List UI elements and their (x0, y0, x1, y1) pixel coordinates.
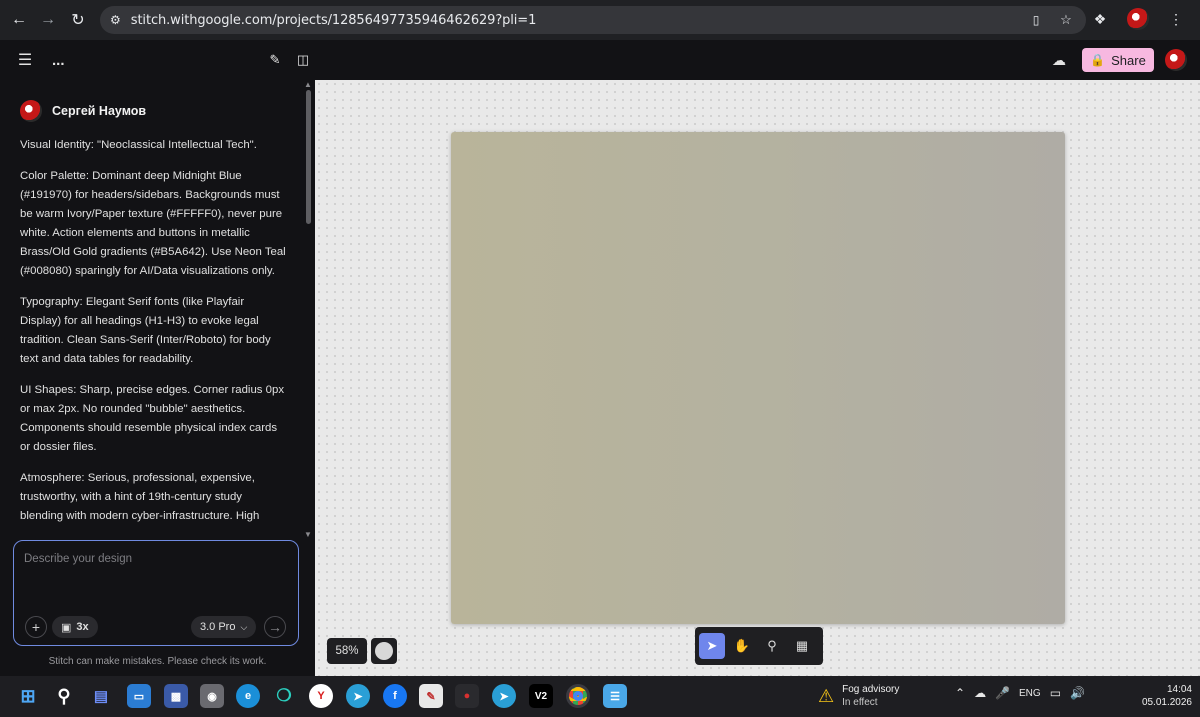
app-document-icon[interactable]: ✎ (419, 684, 443, 708)
reload-button[interactable]: ↻ (63, 5, 93, 35)
browser-menu-icon[interactable]: ⋮ (1162, 5, 1190, 33)
app-v2-icon[interactable]: V2 (529, 684, 553, 708)
chevron-down-icon: ⌵ (240, 621, 248, 632)
variants-button[interactable]: ▣ 3x (52, 616, 98, 638)
message-paragraph: Atmosphere: Serious, professional, expen… (20, 472, 260, 522)
back-button[interactable]: ← (4, 5, 34, 35)
onedrive-cloud-icon[interactable]: ☁ (974, 686, 986, 700)
message-paragraph: Color Palette: Dominant deep Midnight Bl… (20, 170, 286, 277)
scroll-thumb[interactable] (306, 90, 311, 224)
chat-scrollbar[interactable]: ▲ ▼ (304, 80, 312, 539)
prompt-input[interactable] (24, 553, 288, 593)
weather-widget[interactable]: ⚠ Fog advisory In effect (818, 683, 899, 709)
telegram-icon[interactable]: ➤ (346, 684, 370, 708)
system-tray: ⌃ ☁ 🎤 ENG ▭ 🔊 (955, 686, 1085, 700)
scroll-down-arrow-icon[interactable]: ▼ (304, 530, 312, 539)
send-button[interactable]: → (264, 616, 286, 638)
clock-date: 05.01.2026 (1141, 697, 1192, 708)
notepad-icon[interactable]: ☰ (603, 684, 627, 708)
clock[interactable]: 14:04 05.01.2026 (1142, 683, 1192, 709)
start-windows-icon[interactable]: ⊞ (16, 684, 40, 708)
language-indicator[interactable]: ENG (1019, 688, 1041, 699)
volume-icon[interactable]: 🔊 (1070, 686, 1085, 700)
save-disk-icon[interactable]: ▩ (164, 684, 188, 708)
chat-history[interactable]: Сергей Наумов Visual Identity: "Neoclass… (0, 80, 304, 536)
share-button[interactable]: 🔒 Share (1082, 48, 1154, 72)
app-red-icon[interactable]: ● (455, 684, 479, 708)
prompt-composer: + ▣ 3x 3.0 Pro ⌵ → (13, 540, 299, 646)
search-icon[interactable]: ⚲ (52, 684, 76, 708)
user-avatar[interactable] (1165, 49, 1187, 71)
add-image-icon[interactable]: ▦ (789, 633, 815, 659)
cloud-sync-icon[interactable]: ☁ (1046, 47, 1072, 73)
chrome-browser-icon[interactable] (566, 684, 590, 708)
weather-title: Fog advisory (842, 684, 900, 695)
toggle-sidebar-icon[interactable]: ◫ (290, 47, 316, 73)
app-header: ☰ ... ✎ ◫ ☁ 🔒 Share (0, 40, 1200, 80)
variants-label: 3x (76, 621, 89, 633)
scroll-up-arrow-icon[interactable]: ▲ (304, 80, 312, 89)
share-label: Share (1111, 52, 1146, 68)
weather-subtitle: In effect (842, 697, 878, 708)
message-paragraph: Visual Identity: "Neoclassical Intellect… (20, 139, 257, 151)
circle-icon (375, 642, 393, 660)
hamburger-menu-icon[interactable]: ☰ (12, 47, 38, 73)
message-paragraph: UI Shapes: Sharp, precise edges. Corner … (20, 384, 285, 453)
warning-icon: ⚠ (818, 685, 835, 706)
weather-text: Fog advisory In effect (842, 683, 899, 709)
canvas-toolbar: ➤ ✋ ⚲ ▦ (695, 627, 823, 665)
chevron-up-icon[interactable]: ⌃ (955, 686, 965, 700)
lock-icon: 🔒 (1090, 53, 1106, 67)
author-name: Сергей Наумов (52, 104, 147, 118)
zoom-tool-search-icon[interactable]: ⚲ (759, 633, 785, 659)
plus-icon: + (31, 619, 41, 635)
author-avatar (20, 100, 42, 122)
variants-icon: ▣ (61, 621, 72, 634)
message-header: Сергей Наумов (20, 100, 286, 122)
edit-pencil-icon[interactable]: ✎ (262, 47, 288, 73)
design-canvas[interactable]: 58% ➤ ✋ ⚲ ▦ (315, 80, 1200, 676)
browser-toolbar: ← → ↻ ⚙ stitch.withgoogle.com/projects/1… (0, 0, 1200, 40)
chat-panel: Сергей Наумов Visual Identity: "Neoclass… (0, 80, 315, 676)
model-selector[interactable]: 3.0 Pro ⌵ (191, 616, 257, 638)
pan-tool-hand-icon[interactable]: ✋ (729, 633, 755, 659)
app-icon-window[interactable]: ▭ (127, 684, 151, 708)
disclaimer-text: Stitch can make mistakes. Please check i… (48, 656, 267, 667)
arrow-right-icon: → (268, 619, 282, 635)
theme-toggle-button[interactable] (371, 638, 397, 664)
windows-taskbar: ⊞ ⚲ ▤ ▭ ▩ ◉ e ❍ Y ➤ f ✎ ● ➤ V2 ☰ ⚠ Fog a… (0, 676, 1200, 717)
app-c-icon[interactable]: ❍ (272, 684, 296, 708)
project-name[interactable]: ... (52, 52, 65, 69)
message-paragraph: Typography: Elegant Serif fonts (like Pl… (20, 296, 271, 365)
edge-browser-icon[interactable]: e (236, 684, 260, 708)
camera-icon[interactable]: ◉ (200, 684, 224, 708)
telegram-2-icon[interactable]: ➤ (492, 684, 516, 708)
model-label: 3.0 Pro (200, 621, 236, 633)
cast-icon[interactable]: ▯ (1026, 10, 1046, 30)
clock-time: 14:04 (1166, 684, 1192, 695)
yandex-browser-icon[interactable]: Y (309, 684, 333, 708)
message-body: Visual Identity: "Neoclassical Intellect… (20, 136, 286, 526)
bookmark-star-icon[interactable]: ☆ (1056, 10, 1076, 30)
extensions-icon[interactable]: ❖ (1086, 5, 1114, 33)
facebook-icon[interactable]: f (383, 684, 407, 708)
site-settings-icon[interactable]: ⚙ (110, 13, 121, 27)
address-bar[interactable]: ⚙ stitch.withgoogle.com/projects/1285649… (100, 6, 1086, 34)
url-text: stitch.withgoogle.com/projects/128564977… (130, 12, 537, 28)
select-tool-cursor-icon[interactable]: ➤ (699, 633, 725, 659)
zoom-level[interactable]: 58% (327, 638, 367, 664)
artboard-preview[interactable] (451, 132, 1065, 624)
widgets-chart-icon[interactable]: ▤ (89, 684, 113, 708)
forward-button[interactable]: → (33, 5, 63, 35)
network-icon[interactable]: ▭ (1050, 686, 1061, 700)
profile-avatar[interactable] (1124, 5, 1152, 33)
microphone-icon[interactable]: 🎤 (995, 686, 1010, 700)
add-attachment-button[interactable]: + (25, 616, 47, 638)
avatar (1127, 8, 1149, 30)
